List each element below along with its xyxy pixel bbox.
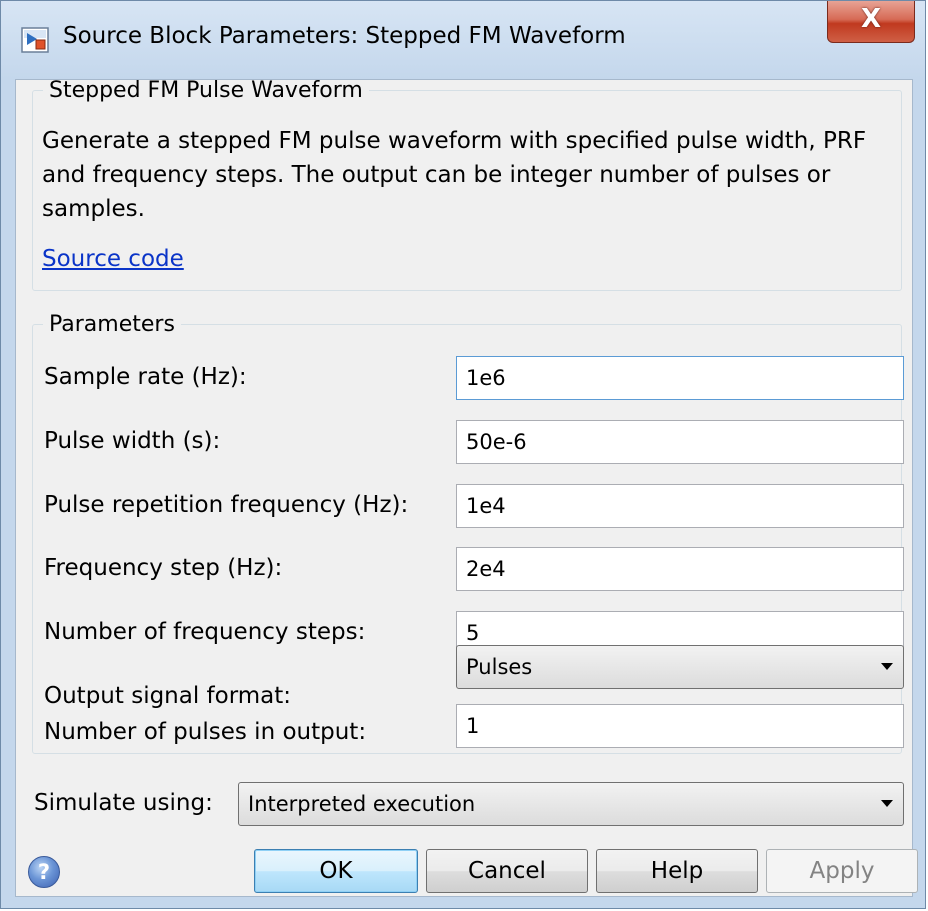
num-pulses-output-input[interactable]: [456, 704, 904, 748]
simulate-using-value: Interpreted execution: [248, 792, 476, 816]
chevron-down-icon: [881, 663, 893, 670]
output-signal-format-dropdown[interactable]: Pulses: [456, 645, 904, 689]
pulse-width-label: Pulse width (s):: [44, 428, 221, 454]
sample-rate-label: Sample rate (Hz):: [44, 364, 247, 390]
dialog-client-area: Stepped FM Pulse Waveform Generate a ste…: [15, 78, 918, 897]
parameters-group-title: Parameters: [49, 312, 175, 337]
close-button[interactable]: X: [827, 1, 915, 43]
output-signal-format-label: Output signal format:: [44, 683, 292, 709]
source-code-link[interactable]: Source code: [42, 246, 184, 272]
prf-label: Pulse repetition frequency (Hz):: [44, 492, 409, 518]
cancel-button[interactable]: Cancel: [426, 849, 588, 893]
num-frequency-steps-label: Number of frequency steps:: [44, 619, 366, 645]
simulate-using-label: Simulate using:: [34, 790, 213, 816]
frequency-step-label: Frequency step (Hz):: [44, 555, 283, 581]
description-group-title: Stepped FM Pulse Waveform: [49, 78, 363, 103]
apply-button[interactable]: Apply: [766, 849, 918, 893]
simulink-app-icon: [21, 27, 49, 53]
pulse-width-input[interactable]: [456, 420, 904, 464]
help-button[interactable]: Help: [596, 849, 758, 893]
simulate-using-dropdown[interactable]: Interpreted execution: [238, 782, 904, 826]
output-signal-format-value: Pulses: [466, 655, 533, 679]
num-pulses-output-label: Number of pulses in output:: [44, 719, 367, 745]
window-title: Source Block Parameters: Stepped FM Wave…: [63, 23, 626, 49]
block-description: Generate a stepped FM pulse waveform wit…: [42, 128, 867, 222]
ok-button[interactable]: OK: [254, 849, 418, 893]
sample-rate-input[interactable]: [456, 356, 904, 400]
dialog-window: Source Block Parameters: Stepped FM Wave…: [0, 0, 926, 909]
help-question-icon[interactable]: ?: [28, 856, 60, 888]
chevron-down-icon: [881, 800, 893, 807]
prf-input[interactable]: [456, 484, 904, 528]
title-bar[interactable]: Source Block Parameters: Stepped FM Wave…: [1, 1, 925, 79]
frequency-step-input[interactable]: [456, 547, 904, 591]
close-icon: X: [860, 4, 882, 34]
